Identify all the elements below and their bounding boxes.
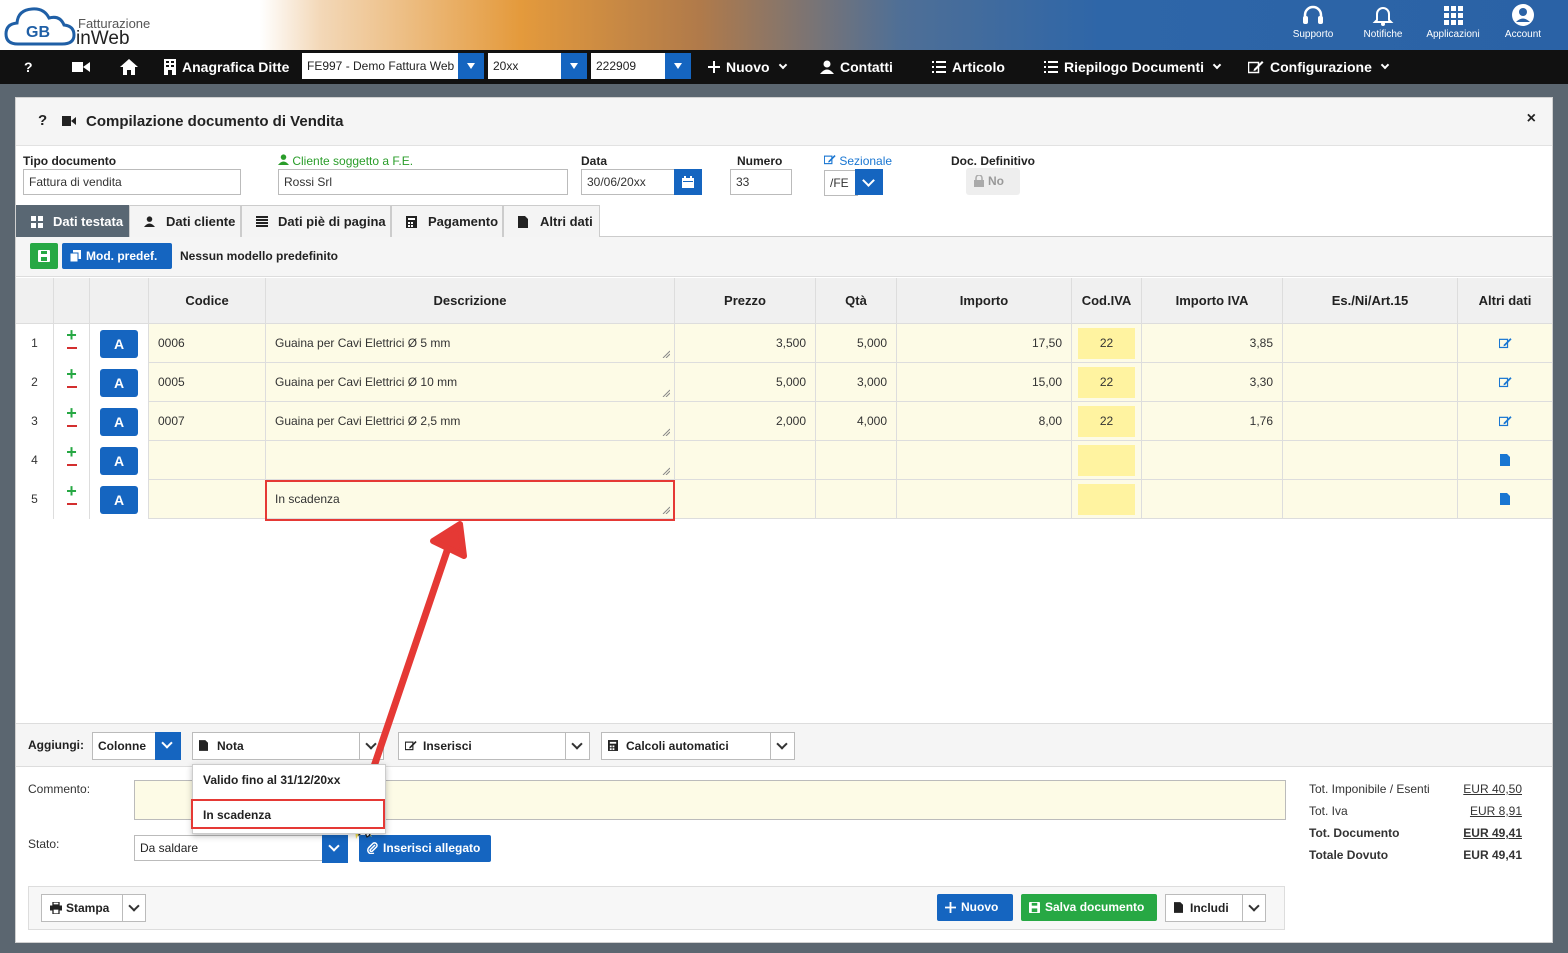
nota-menu: Valido fino al 31/12/20xx In scadenza <box>191 764 386 834</box>
menu-highlight-box <box>191 799 385 829</box>
menu-item-valido[interactable]: Valido fino al 31/12/20xx <box>203 773 340 787</box>
